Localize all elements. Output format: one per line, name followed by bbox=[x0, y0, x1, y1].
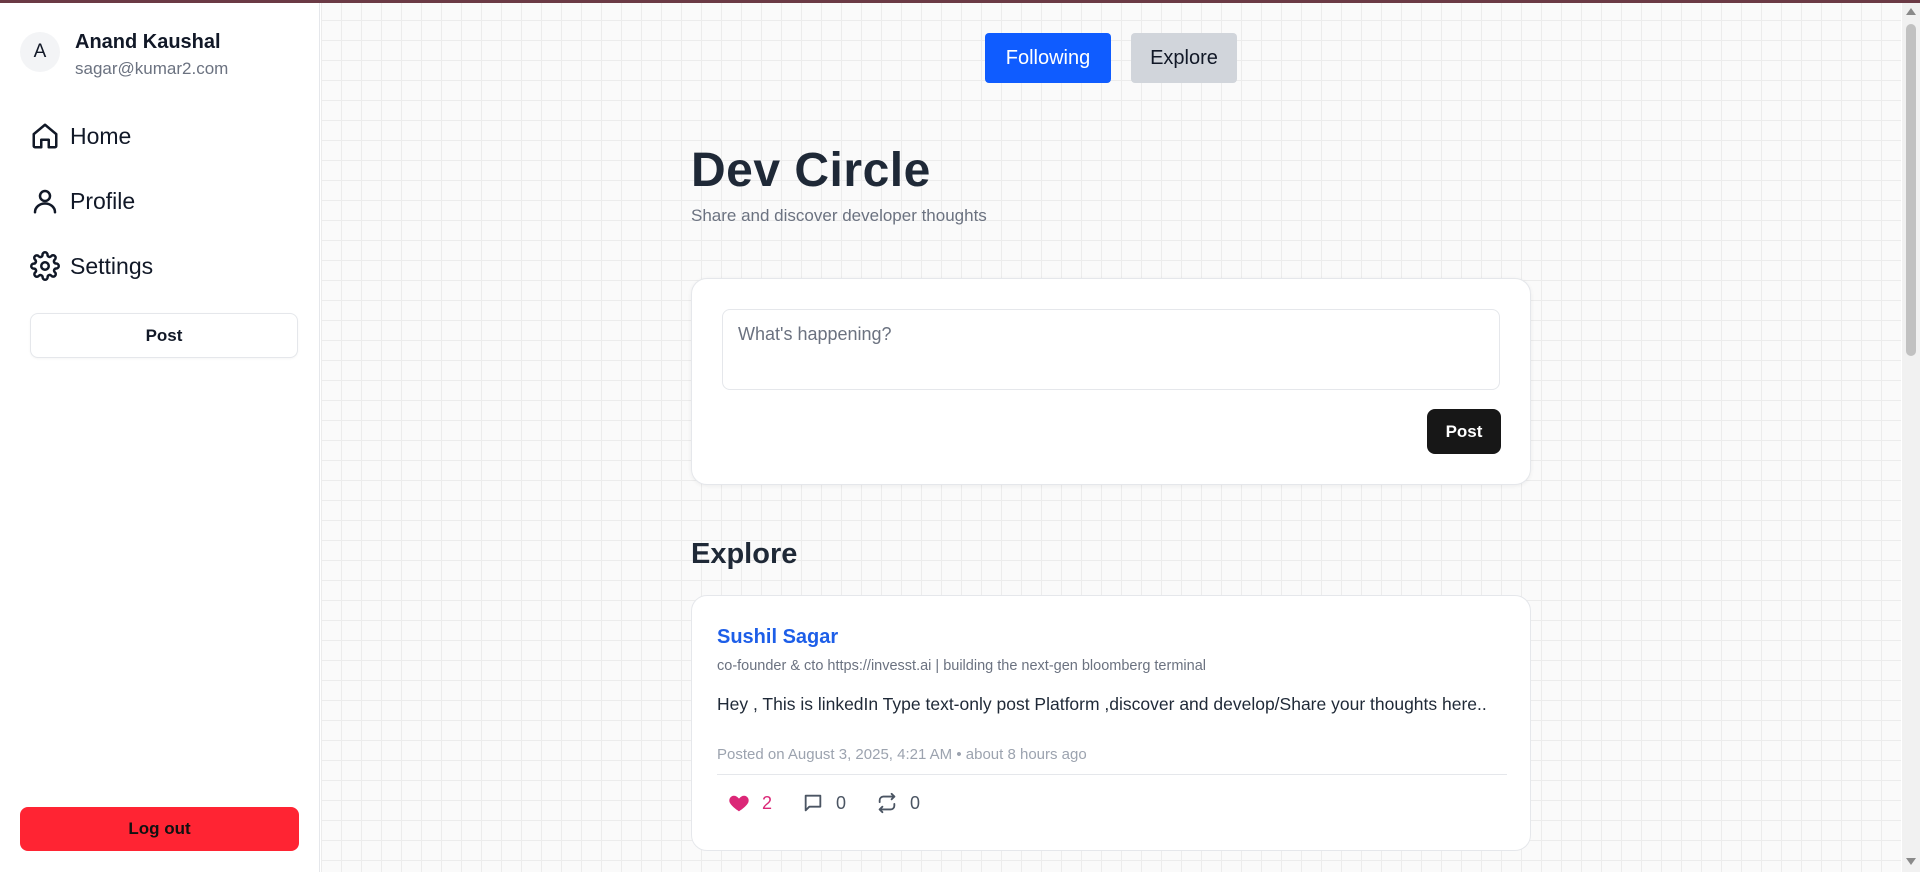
main-content: Following Explore Dev Circle Share and d… bbox=[321, 0, 1901, 872]
post-body: Hey , This is linkedIn Type text-only po… bbox=[717, 694, 1487, 714]
submit-post-button[interactable]: Post bbox=[1427, 409, 1501, 454]
user-icon bbox=[33, 189, 57, 214]
repost-icon bbox=[878, 792, 896, 814]
logout-button[interactable]: Log out bbox=[20, 807, 299, 851]
nav-settings-label: Settings bbox=[70, 252, 154, 279]
post-timestamp: Posted on August 3, 2025, 4:21 AM • abou… bbox=[717, 746, 1087, 763]
window-top-border bbox=[0, 0, 1920, 3]
like-button[interactable]: 2 bbox=[728, 792, 772, 814]
post-author-bio: co-founder & cto https://invesst.ai | bu… bbox=[717, 658, 1206, 674]
nav-item-home[interactable]: Home bbox=[30, 118, 131, 154]
sidebar: A Anand Kaushal sagar@kumar2.com Home Pr… bbox=[0, 0, 320, 872]
user-info: A Anand Kaushal sagar@kumar2.com bbox=[20, 30, 228, 81]
tab-explore[interactable]: Explore bbox=[1131, 33, 1237, 83]
home-icon bbox=[32, 123, 58, 149]
comment-button[interactable]: 0 bbox=[802, 792, 846, 814]
repost-button[interactable]: 0 bbox=[876, 792, 920, 814]
page-title: Dev Circle bbox=[691, 144, 931, 197]
user-email: sagar@kumar2.com bbox=[75, 59, 229, 78]
post-input[interactable] bbox=[722, 309, 1500, 390]
user-text: Anand Kaushal sagar@kumar2.com bbox=[75, 30, 228, 81]
nav-item-profile[interactable]: Profile bbox=[30, 183, 135, 219]
like-count: 2 bbox=[762, 792, 773, 813]
post-author-link[interactable]: Sushil Sagar bbox=[717, 626, 838, 649]
vertical-scrollbar[interactable] bbox=[1902, 0, 1920, 872]
gear-icon bbox=[30, 251, 60, 281]
scroll-down-arrow-icon[interactable] bbox=[1906, 858, 1916, 865]
nav-profile-label: Profile bbox=[70, 187, 136, 214]
nav-item-settings[interactable]: Settings bbox=[30, 248, 153, 284]
heart-icon bbox=[729, 795, 749, 812]
post-actions: 2 0 0 bbox=[728, 792, 950, 814]
nav-home-label: Home bbox=[70, 122, 132, 149]
repost-count: 0 bbox=[910, 792, 921, 813]
tab-following[interactable]: Following bbox=[985, 33, 1111, 83]
post-composer: Post bbox=[691, 278, 1531, 485]
scroll-up-arrow-icon[interactable] bbox=[1906, 8, 1916, 15]
scroll-thumb[interactable] bbox=[1906, 24, 1916, 356]
avatar: A bbox=[20, 32, 60, 72]
post-card: Sushil Sagar co-founder & cto https://in… bbox=[691, 595, 1531, 851]
sidebar-post-button[interactable]: Post bbox=[30, 313, 298, 358]
user-name: Anand Kaushal bbox=[75, 31, 221, 53]
page-subtitle: Share and discover developer thoughts bbox=[691, 206, 987, 225]
comment-icon bbox=[804, 794, 822, 812]
post-divider bbox=[717, 774, 1507, 775]
feed-section-title: Explore bbox=[691, 538, 798, 570]
comment-count: 0 bbox=[836, 792, 847, 813]
